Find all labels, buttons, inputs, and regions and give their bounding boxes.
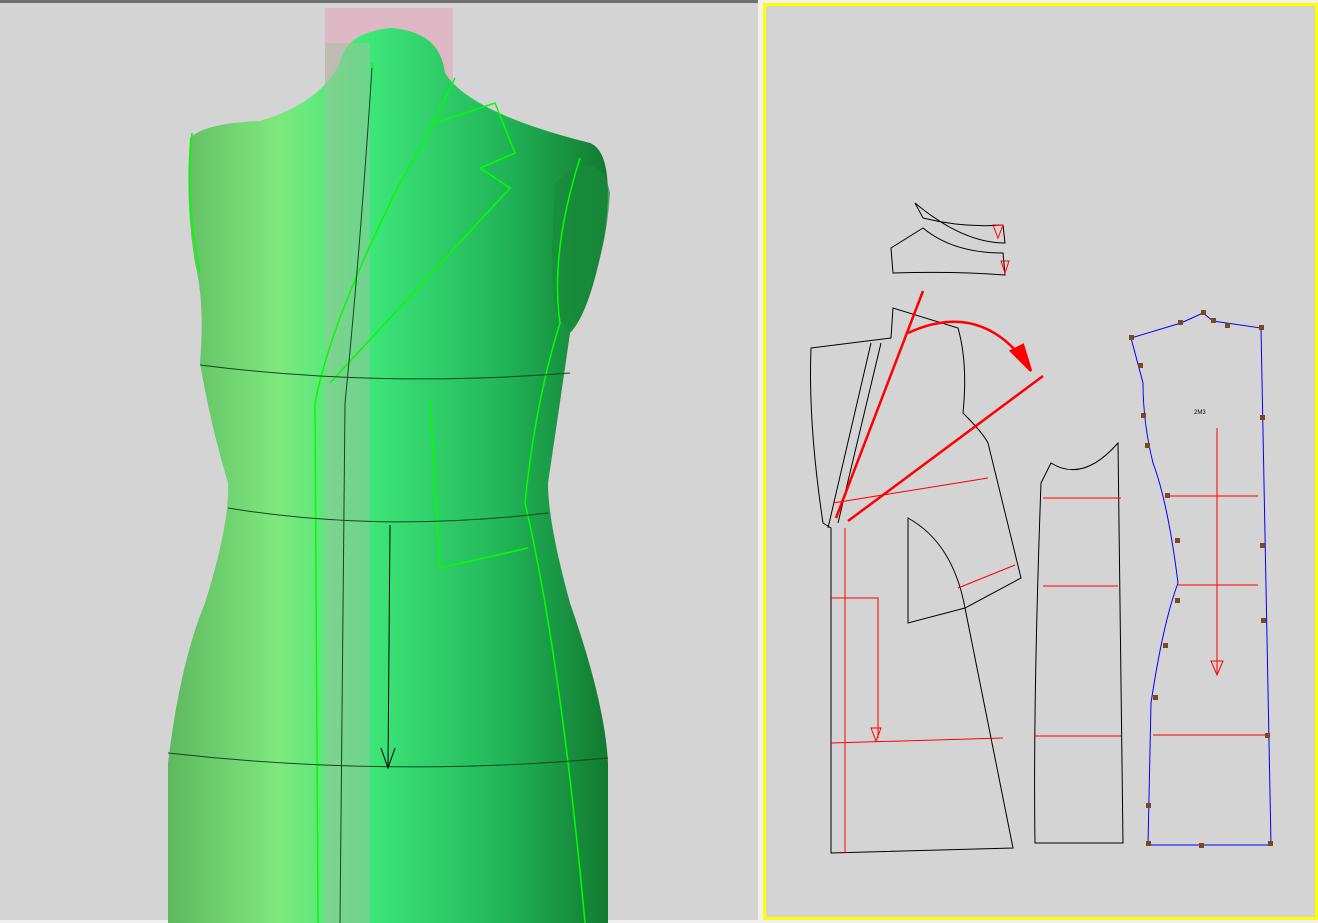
- mannequin-body: [168, 28, 608, 923]
- pattern-pieces: [810, 202, 1273, 854]
- front-piece: [810, 307, 1022, 854]
- side-piece: [907, 517, 966, 624]
- selected-piece: [1130, 312, 1272, 846]
- rotate-annotation: [834, 290, 1044, 523]
- control-points: [1129, 310, 1273, 848]
- back-piece: [1034, 441, 1124, 844]
- piece-label: 2M3: [1194, 410, 1206, 416]
- center-panel: [325, 43, 370, 923]
- collar-piece: [914, 202, 1006, 244]
- mannequin-3d: [167, 8, 610, 923]
- collar-stand: [890, 227, 1006, 276]
- 3d-viewport[interactable]: [0, 0, 758, 923]
- pattern-viewport[interactable]: 2M3: [763, 3, 1318, 920]
